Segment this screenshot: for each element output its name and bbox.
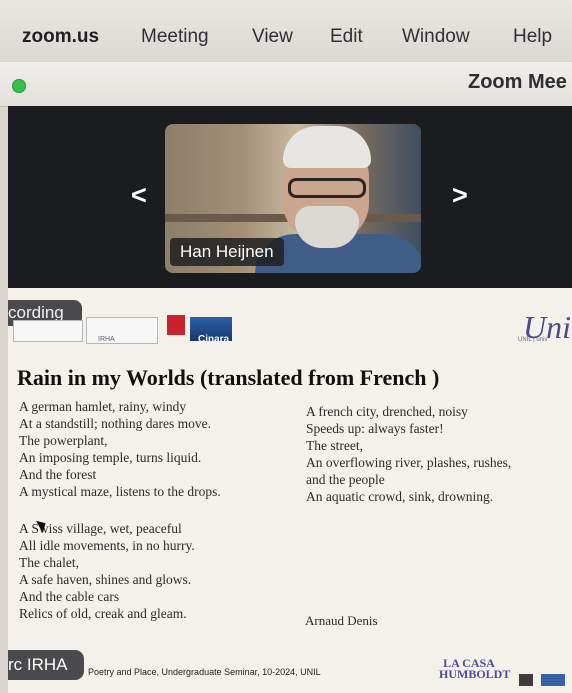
poem-line: A mystical maze, listens to the drops. <box>19 484 221 499</box>
poem-left-column: A german hamlet, rainy, windy At a stand… <box>19 398 221 622</box>
previous-video-icon[interactable]: < <box>131 182 147 209</box>
menu-zoom-us[interactable]: zoom.us <box>22 26 99 48</box>
seminar-footer-note: Poetry and Place, Undergraduate Seminar,… <box>88 667 321 677</box>
poem-line: The chalet, <box>19 555 79 570</box>
menu-window[interactable]: Window <box>402 26 470 48</box>
poem-line: All idle movements, in no hurry. <box>19 538 195 553</box>
menu-meeting[interactable]: Meeting <box>141 26 209 48</box>
poem-author: Arnaud Denis <box>305 613 378 628</box>
menu-edit[interactable]: Edit <box>330 26 363 48</box>
cinara-logo-text: Cinara <box>198 334 230 345</box>
mini-logo-icon <box>541 674 565 686</box>
mac-menubar: zoom.us Meeting View Edit Window Help <box>0 0 572 63</box>
poem-line: Relics of old, creak and gleam. <box>19 606 187 621</box>
participant-name-tag: Han Heijnen <box>170 238 284 266</box>
menu-view[interactable]: View <box>252 26 293 48</box>
poem-line: At a standstill; nothing dares move. <box>19 416 211 431</box>
poem-line: And the forest <box>19 467 97 482</box>
footer-irha-label-text: rc IRHA <box>8 655 68 674</box>
poem-line: and the people <box>306 472 385 487</box>
poem-line: And the cable cars <box>19 589 120 604</box>
poem-title: Rain in my Worlds (translated from Frenc… <box>17 365 440 390</box>
irha-logo-text: IRHA <box>98 336 115 343</box>
poem-line: An imposing temple, turns liquid. <box>19 450 202 465</box>
poem-line: A safe haven, shines and glows. <box>19 572 192 587</box>
menu-help[interactable]: Help <box>513 26 552 48</box>
participant-beard <box>295 206 359 248</box>
la-casa-humboldt-logo: LA CASA HUMBOLDT <box>439 656 511 681</box>
red-organization-logo <box>167 315 185 335</box>
unil-logo-subtitle: UNIL | univ <box>518 337 548 343</box>
participant-hair <box>283 126 371 168</box>
window-title: Zoom Mee <box>468 71 567 93</box>
organization-logo-left <box>13 320 83 342</box>
poem-line: Speeds up: always faster! <box>306 421 444 436</box>
poem-line: An overflowing river, plashes, rushes, <box>306 455 512 470</box>
next-video-icon[interactable]: > <box>452 182 468 209</box>
poem-line: A french city, drenched, noisy <box>306 404 468 419</box>
mini-logo-icon <box>519 674 533 686</box>
irha-logo <box>86 317 158 344</box>
participant-glasses <box>288 178 366 198</box>
poem-line: A Swiss village, wet, peaceful <box>19 521 182 536</box>
poem-right-column: A french city, drenched, noisy Speeds up… <box>306 403 511 505</box>
footer-irha-label: rc IRHA <box>8 650 84 680</box>
poem-line: An aquatic crowd, sink, drowning. <box>306 489 494 504</box>
poem-line: The powerplant, <box>19 433 108 448</box>
poem-line: The street, <box>306 438 363 453</box>
green-window-button-icon[interactable] <box>12 79 26 93</box>
poem-spacer <box>19 500 221 520</box>
poem-line: A german hamlet, rainy, windy <box>19 399 187 414</box>
